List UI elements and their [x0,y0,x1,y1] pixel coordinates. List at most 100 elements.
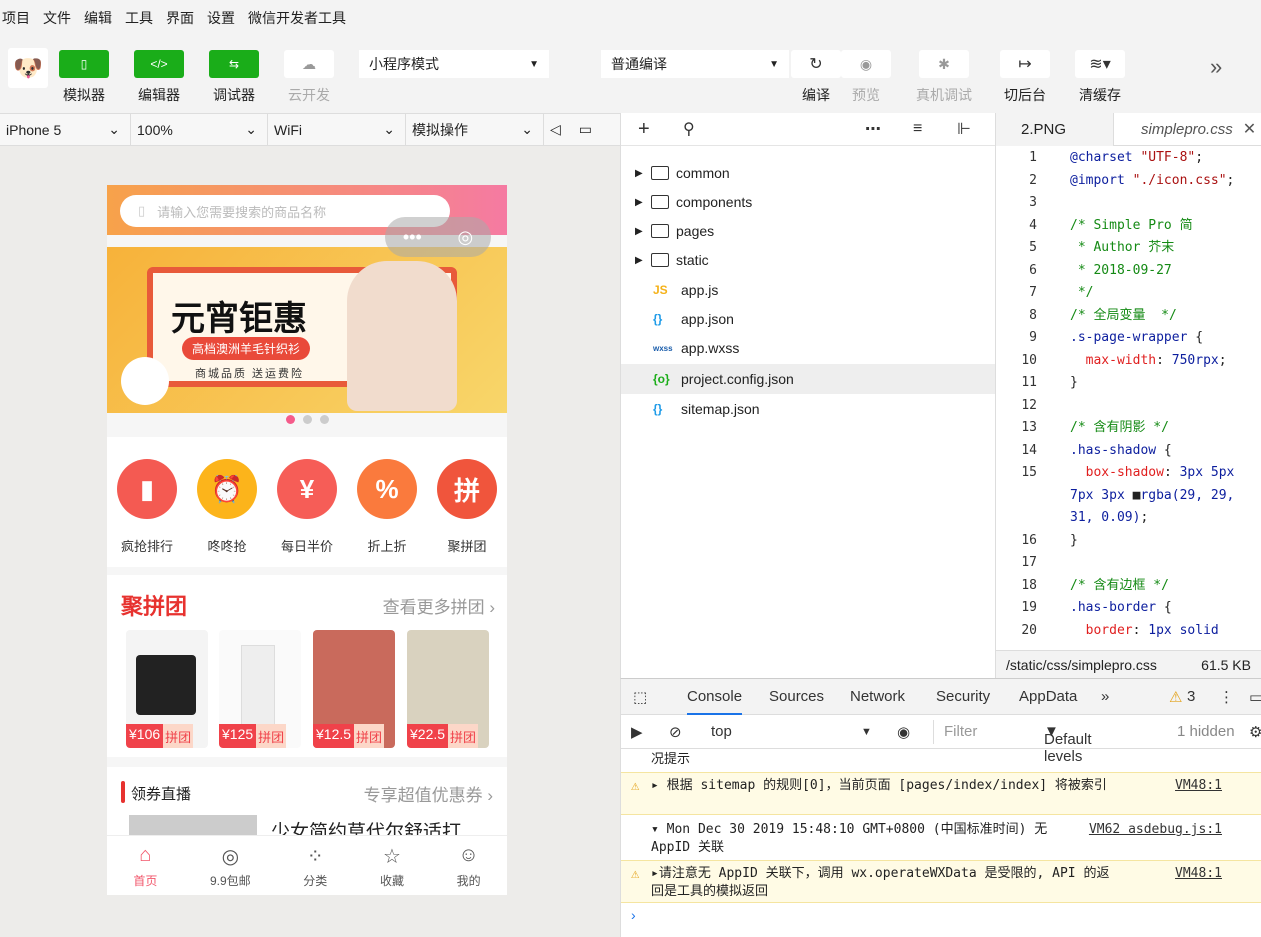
debug-icon: ⇆ [209,50,259,78]
group-buy-more-link[interactable]: 查看更多拼团 › [383,593,495,618]
promo-banner[interactable]: 元宵钜惠 高档澳洲羊毛针织衫 商城品质 送运费险 [107,247,507,413]
menu-wechat-devtools[interactable]: 微信开发者工具 [248,8,346,28]
file-name: app.wxss [681,340,740,356]
preview-button[interactable]: ◉ 预览 [841,50,891,105]
avatar[interactable]: 🐶 [8,48,48,88]
tab-home[interactable]: ⌂ 首页 [133,844,157,895]
message-source-link[interactable]: VM48:1 [1175,865,1222,883]
tab-categories[interactable]: ⁘ 分类 [303,844,327,895]
bug-icon: ✱ [919,50,969,78]
tab-console[interactable]: Console [687,688,743,715]
cloud-button[interactable]: ☁ 云开发 [284,50,334,105]
menu-file[interactable]: 文件 [43,8,71,28]
tab-label: 收藏 [379,874,404,888]
sidebar-toggle-icon[interactable]: ▶ [631,723,643,741]
tab-favorites[interactable]: ☆ 收藏 [380,844,404,895]
levels-select[interactable]: Default levels ▼ [1044,723,1092,765]
category-item[interactable]: ▮ 疯抢排行 [117,459,177,567]
indicator-dot[interactable] [285,415,295,424]
menu-project[interactable]: 项目 [2,8,30,28]
close-circle-icon[interactable]: ◎ [457,227,473,248]
menu-view[interactable]: 界面 [166,8,194,28]
remote-debug-button[interactable]: ✱ 真机调试 [916,50,972,105]
context-select[interactable]: top [711,723,732,740]
inspect-icon[interactable]: ⬚ [633,688,647,706]
operation-select[interactable]: 模拟操作 ⌄ [406,114,544,145]
background-button[interactable]: ↦ 切后台 [1000,50,1050,105]
compile-button[interactable]: ↻ 编译 [791,50,841,105]
category-item[interactable]: ¥ 每日半价 [277,459,337,567]
split-icon[interactable]: ⊩ [957,119,971,139]
editor-tab-css[interactable]: simplepro.css ✕ [1114,113,1256,146]
message-source-link[interactable]: VM62 asdebug.js:1 [1089,821,1222,839]
file-item[interactable]: {} app.json [621,305,996,333]
preview-label: 预览 [852,87,880,103]
editor-button[interactable]: </> 编辑器 [134,50,184,105]
window-icon[interactable]: ▭ [579,121,592,138]
eye-icon[interactable]: ◉ [897,723,910,741]
banner-title: 元宵钜惠 [171,300,307,338]
indicator-dot[interactable] [302,415,312,424]
file-item[interactable]: JS app.js [621,276,996,304]
menu-settings[interactable]: 设置 [207,8,235,28]
zoom-select[interactable]: 100% ⌄ [131,114,268,145]
gear-icon[interactable]: ⚙ [1249,723,1261,741]
code-content[interactable]: 1 @charset "UTF-8"; 2 @import "./icon.css";… [996,147,1261,642]
group-item[interactable]: ¥106 拼团 [126,630,208,748]
group-item[interactable]: ¥22.5 拼团 [407,630,489,748]
chevron-right-icon: › [487,786,493,805]
folder-icon [651,224,669,238]
dock-icon[interactable]: ▭ [1249,688,1261,706]
category-item[interactable]: % 折上折 [357,459,417,567]
warning-count[interactable]: 3 [1187,688,1195,705]
clear-cache-button[interactable]: ≋▾ 清缓存 [1075,50,1125,105]
file-item[interactable]: {} sitemap.json [621,395,996,423]
tab-free-shipping[interactable]: ◎ 9.9包邮 [210,844,251,895]
message-text[interactable]: ▸请注意无 AppID 关联下，调用 wx.operateWXData 是受限的… [651,865,1222,901]
filter-input[interactable]: Filter [933,720,1033,744]
more-tabs-icon[interactable]: » [1101,688,1109,705]
network-select[interactable]: WiFi ⌄ [268,114,406,145]
menu-edit[interactable]: 编辑 [84,8,112,28]
group-item[interactable]: ¥12.5 拼团 [313,630,395,748]
tab-network[interactable]: Network [850,688,905,705]
search-icon[interactable]: ⚲ [683,119,695,139]
tab-sources[interactable]: Sources [769,688,824,705]
plus-icon[interactable]: + [638,118,650,141]
more-icon[interactable]: ••• [403,227,422,248]
tab-profile[interactable]: ☺ 我的 [457,844,481,895]
category-item[interactable]: 拼聚拼团 [437,459,497,567]
collapse-icon[interactable]: ≡ [913,120,922,138]
exit-icon: ↦ [1000,50,1050,78]
mode-select[interactable]: 小程序模式 ▼ [359,50,549,78]
clear-console-icon[interactable]: ⊘ [669,723,682,741]
live-more-link[interactable]: 专享超值优惠券 › [364,781,493,806]
folder-item[interactable]: ▶ components [621,188,996,216]
file-item[interactable]: wxss app.wxss [621,334,996,362]
expand-icon[interactable]: » [1210,54,1222,80]
close-icon[interactable]: ✕ [1243,119,1256,139]
message-text[interactable]: ▸ 根据 sitemap 的规则[0]，当前页面 [pages/index/in… [651,778,1107,793]
device-select[interactable]: iPhone 5 ⌄ [0,114,131,145]
folder-item[interactable]: ▶ pages [621,217,996,245]
console-prompt-icon[interactable]: › [631,907,636,923]
menu-tools[interactable]: 工具 [125,8,153,28]
caret-down-icon[interactable]: ▼ [861,726,872,738]
more-icon[interactable]: ⋯ [865,119,881,139]
debugger-button[interactable]: ⇆ 调试器 [209,50,259,105]
tab-appdata[interactable]: AppData [1019,688,1077,705]
mini-program-capsule[interactable]: ••• ◎ [385,217,491,257]
compile-select[interactable]: 普通编译 ▼ [601,50,789,78]
category-item[interactable]: ⏰ 咚咚抢 [197,459,257,567]
folder-item[interactable]: ▶ static [621,246,996,274]
kebab-menu-icon[interactable]: ⋮ [1219,688,1234,706]
indicator-dot[interactable] [319,415,329,424]
message-source-link[interactable]: VM48:1 [1175,777,1222,795]
volume-icon[interactable]: ◁ [550,121,561,138]
group-item[interactable]: ¥125 拼团 [219,630,301,748]
file-item-selected[interactable]: {o} project.config.json [621,364,996,394]
tab-security[interactable]: Security [936,688,990,705]
editor-tab-png[interactable]: 2.PNG [996,112,1114,146]
folder-item[interactable]: ▶ common [621,159,996,187]
simulator-button[interactable]: ▯ 模拟器 [59,50,109,105]
